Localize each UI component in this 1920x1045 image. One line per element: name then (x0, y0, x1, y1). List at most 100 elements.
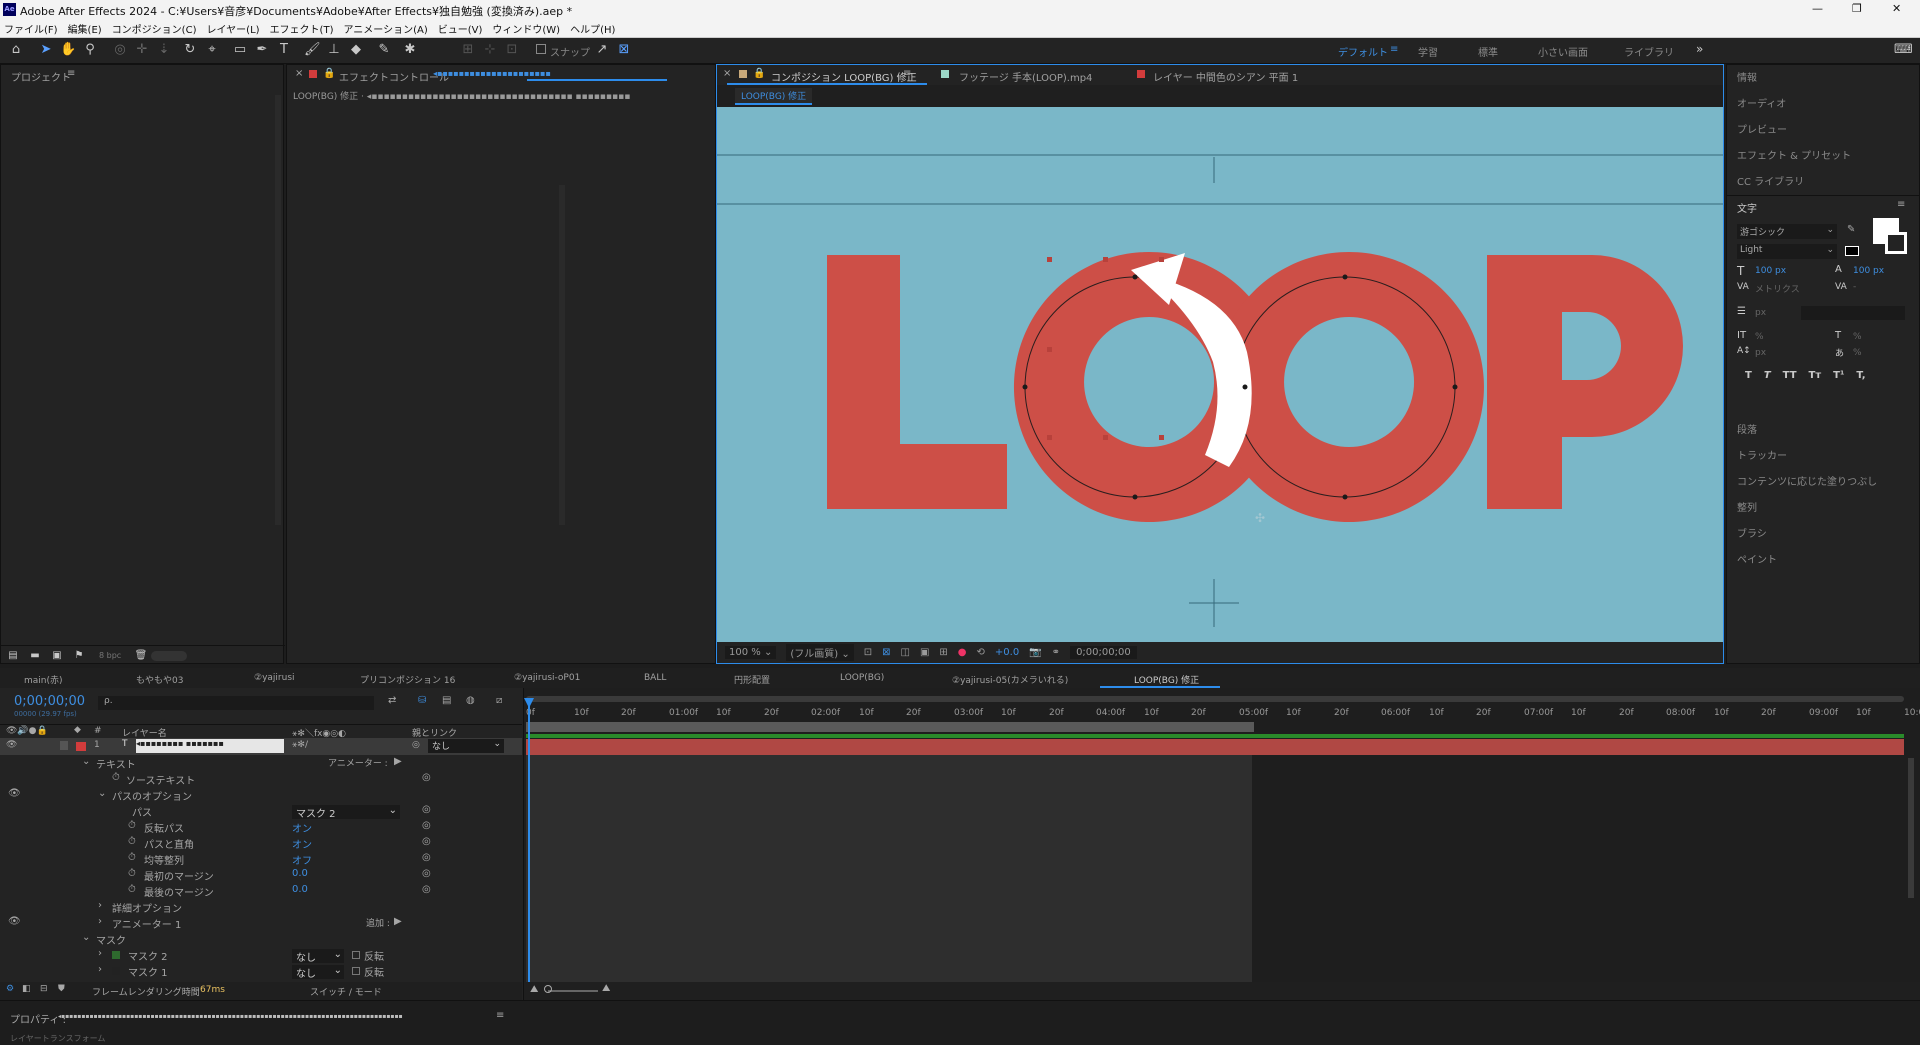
invert-checkbox[interactable] (352, 967, 360, 975)
close-button[interactable]: ✕ (1892, 2, 1901, 15)
pickwhip-icon[interactable]: ◎ (422, 772, 431, 783)
prop-row[interactable]: ⏱ ソーステキスト ◎ (0, 772, 522, 789)
tab-ball[interactable]: BALL (644, 673, 666, 683)
panel-menu-icon[interactable]: ≡ (496, 1010, 504, 1021)
dolly-tool-icon[interactable]: ⇣ (156, 42, 172, 58)
menu-effect[interactable]: エフェクト(T) (270, 21, 334, 36)
prop-value[interactable]: 0.0 (292, 868, 308, 879)
mask-color-swatch[interactable] (112, 951, 120, 959)
comp-breadcrumb[interactable]: LOOP(BG) 修正 (735, 88, 813, 105)
panel-cc-libraries[interactable]: CC ライブラリ (1737, 173, 1804, 188)
prop-row[interactable]: ⏱ パスと直角 オン ◎ (0, 836, 522, 853)
toggle-transfer-icon[interactable]: ◧ (22, 984, 31, 994)
zoom-slider-handle[interactable] (544, 985, 552, 993)
prop-row[interactable]: ⌄ マスク (0, 932, 522, 949)
bit-depth[interactable]: 8 bpc (99, 651, 121, 660)
panel-info[interactable]: 情報 (1737, 69, 1757, 84)
trash-icon[interactable]: 🗑 (133, 648, 149, 664)
toggle-layer-switches-icon[interactable]: ⚙ (6, 984, 14, 994)
stamp-tool-icon[interactable]: ⊥ (326, 42, 342, 58)
pan-tool-icon[interactable]: ✛ (134, 42, 150, 58)
font-style-select[interactable]: Light ⌄ (1737, 244, 1837, 259)
guide-options-icon[interactable]: ▣ (920, 647, 929, 658)
layer-row-1[interactable]: 👁 1 T ◂▪▪▪▪▪▪▪▪ ▪▪▪▪▪▪▪ ⚹✻/ ◎ なし ⌄ (0, 738, 522, 755)
layer-switches[interactable]: ⚹✻/ (292, 740, 308, 750)
axis-view-icon[interactable]: ⊡ (504, 42, 520, 58)
quality-select[interactable]: (フル画質) ⌄ (786, 644, 854, 661)
current-time-indicator[interactable] (528, 706, 530, 983)
invert-checkbox[interactable] (352, 951, 360, 959)
roto-tool-icon[interactable]: ✎ (376, 42, 392, 58)
lock-icon[interactable]: 🔒 (323, 68, 335, 79)
tab-menu-icon[interactable]: ≡ (903, 68, 911, 79)
shy-layers-icon[interactable]: ▤ (442, 695, 451, 706)
menu-animation[interactable]: アニメーション(A) (343, 21, 427, 36)
project-panel-title[interactable]: プロジェクト (11, 69, 71, 84)
panel-paragraph[interactable]: 段落 (1737, 421, 1757, 436)
menu-view[interactable]: ビュー(V) (438, 21, 483, 36)
eye-icon[interactable]: 👁 (8, 788, 21, 799)
tab-moyamoya03[interactable]: もやもや03 (136, 673, 183, 686)
new-folder-icon[interactable]: ▬ (27, 648, 43, 664)
switch-mode-toggle[interactable]: スイッチ / モード (310, 985, 382, 998)
tsume-value[interactable]: % (1853, 348, 1862, 358)
prop-row[interactable]: ⌄ テキスト アニメーター : ▶ (0, 756, 522, 773)
layer-duration-bar[interactable] (526, 739, 1904, 755)
parent-select[interactable]: なし ⌄ (428, 739, 504, 753)
play-animator-icon[interactable]: ▶ (394, 756, 402, 767)
channels-icon[interactable]: ⊞ (939, 647, 947, 658)
prop-value[interactable]: オン (292, 836, 312, 851)
new-composition-icon[interactable]: ▣ (49, 648, 65, 664)
snap-grid-icon[interactable]: ⊠ (616, 42, 632, 58)
timeline-scrollbar[interactable] (1908, 758, 1914, 898)
zoom-in-icon[interactable]: ⛰ (602, 983, 610, 994)
minimize-button[interactable]: — (1812, 2, 1823, 15)
eyedropper-icon[interactable]: ✎ (1847, 224, 1855, 235)
layer-label-swatch[interactable] (76, 742, 86, 751)
anchor-tool-icon[interactable]: ⌖ (204, 42, 220, 58)
axis-local-icon[interactable]: ⊞ (460, 42, 476, 58)
render-time-icon[interactable]: ⛊ (58, 984, 65, 994)
snap-checkbox[interactable] (536, 44, 546, 54)
lock-icon[interactable]: 🔒 (753, 68, 765, 79)
kerning-value[interactable]: メトリクス (1755, 282, 1800, 295)
reset-exposure-icon[interactable]: ⟲ (977, 647, 985, 658)
draft-3d-icon[interactable]: ⛁ (418, 695, 426, 706)
zoom-slider[interactable] (548, 990, 598, 992)
eraser-tool-icon[interactable]: ◆ (348, 42, 364, 58)
work-area-bar[interactable] (526, 722, 1254, 732)
stroke-type-select[interactable] (1801, 306, 1905, 320)
stopwatch-icon[interactable]: ⏱ (112, 772, 120, 783)
composition-canvas[interactable]: ✣ (717, 107, 1723, 642)
stopwatch-icon[interactable]: ⏱ (128, 820, 136, 831)
workspace-standard[interactable]: 標準 (1478, 44, 1498, 59)
axis-world-icon[interactable]: ⊹ (482, 42, 498, 58)
prop-row[interactable]: ⏱ 最後のマージン 0.0 ◎ (0, 884, 522, 901)
menu-window[interactable]: ウィンドウ(W) (492, 21, 560, 36)
tab-main-red[interactable]: main(赤) (24, 673, 63, 686)
pickwhip-icon[interactable]: ◎ (422, 884, 431, 895)
panel-preview[interactable]: プレビュー (1737, 121, 1787, 136)
subscript-button[interactable]: T, (1856, 370, 1865, 381)
mask-mode-select[interactable]: なし ⌄ (292, 949, 344, 964)
stopwatch-icon[interactable]: ⏱ (128, 868, 136, 879)
mask-visibility-icon[interactable]: ◫ (901, 647, 910, 658)
prop-row[interactable]: 👁 › アニメーター 1 追加 : ▶ (0, 916, 522, 933)
stopwatch-icon[interactable]: ⏱ (128, 884, 136, 895)
panel-tracker[interactable]: トラッカー (1737, 447, 1787, 462)
vertical-scale-value[interactable]: % (1755, 332, 1764, 342)
pickwhip-icon[interactable]: ◎ (422, 836, 431, 847)
snap-option-icon[interactable]: ↗ (594, 42, 610, 58)
pickwhip-icon[interactable]: ◎ (412, 740, 420, 750)
zoom-select[interactable]: 100 % ⌄ (725, 646, 777, 659)
effect-scrollbar[interactable] (559, 185, 565, 525)
tab-yajirusi-05[interactable]: ②yajirusi-05(カメラいれる) (952, 673, 1068, 686)
thumbnail-slider[interactable] (151, 651, 187, 661)
rotate-tool-icon[interactable]: ↻ (182, 42, 198, 58)
toggle-inout-icon[interactable]: ⊟ (40, 984, 48, 994)
tab-circular[interactable]: 円形配置 (734, 673, 770, 686)
prop-row[interactable]: パス マスク 2 ⌄ ◎ (0, 804, 522, 821)
tab-layer[interactable]: レイヤー 中間色のシアン 平面 1 (1153, 69, 1298, 84)
stroke-color-swatch[interactable] (1885, 232, 1907, 254)
panel-menu-icon[interactable]: ≡ (1897, 199, 1905, 210)
